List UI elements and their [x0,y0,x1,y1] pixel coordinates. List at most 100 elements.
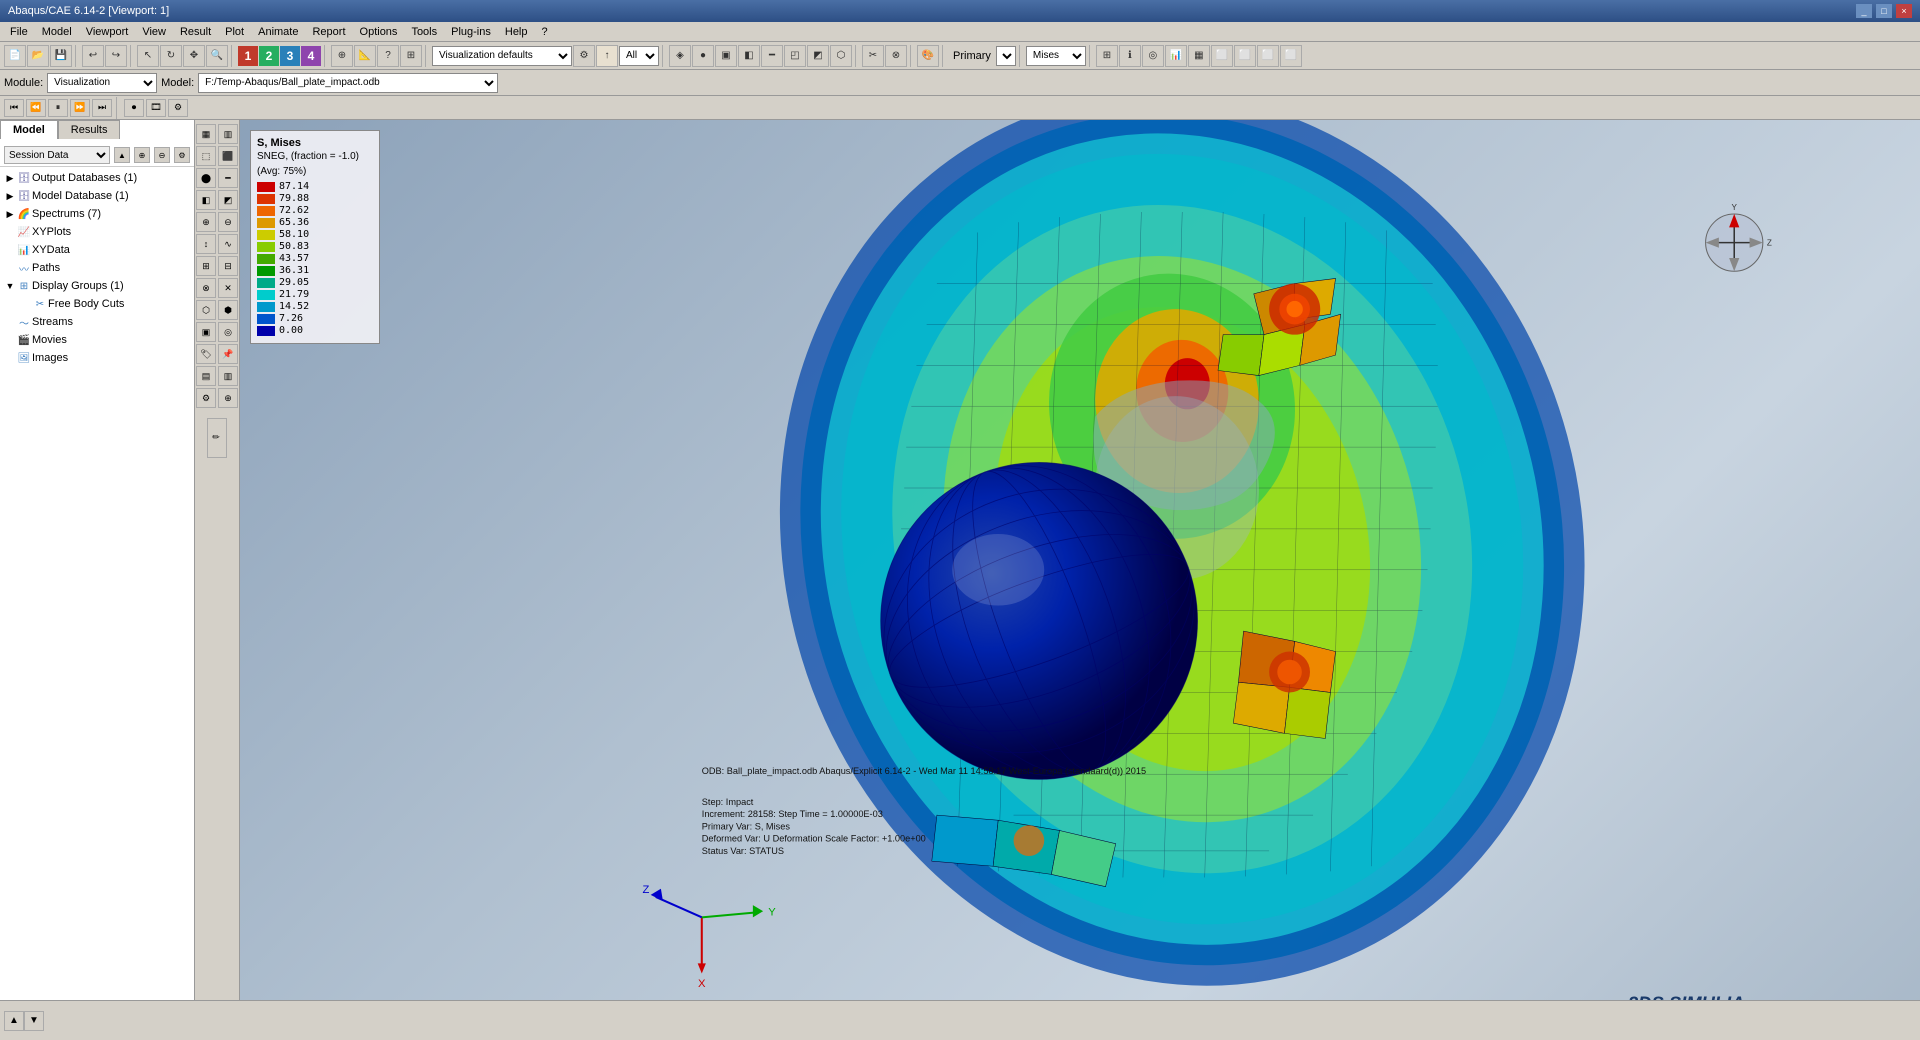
vtb-bg2-btn[interactable]: ▥ [218,366,238,386]
color-btn[interactable]: 🎨 [917,45,939,67]
maximize-btn[interactable]: □ [1876,4,1892,18]
vtb-material-btn[interactable]: ▣ [196,322,216,342]
extra-btn2[interactable]: ◎ [1142,45,1164,67]
save-btn[interactable]: 💾 [50,45,72,67]
new-btn[interactable]: 📄 [4,45,26,67]
tree-movies[interactable]: 🎬 Movies [0,331,194,349]
vtb-path2-btn[interactable]: ⬢ [218,300,238,320]
menu-help[interactable]: Help [499,24,534,40]
extra-btn1[interactable]: ⊞ [1096,45,1118,67]
menu-result[interactable]: Result [174,24,217,40]
model-select[interactable]: F:/Temp-Abaqus/Ball_plate_impact.odb [198,73,498,93]
vtb-pen-btn[interactable]: ✏ [207,418,227,458]
fit-btn[interactable]: ⊞ [400,45,422,67]
tree-model-database[interactable]: ▶ 🗄 Model Database (1) [0,187,194,205]
extra-btn7[interactable]: ⬜ [1257,45,1279,67]
vtb-wave-btn[interactable]: ∿ [218,234,238,254]
vtb-overlay-btn[interactable]: ⊟ [218,256,238,276]
body-btn[interactable]: ◩ [807,45,829,67]
menu-options[interactable]: Options [354,24,404,40]
record-btn[interactable]: ⏺ [124,99,144,117]
vtb-node-btn[interactable]: ⬤ [196,168,216,188]
tree-xyplots[interactable]: 📈 XYPlots [0,223,194,241]
session-select[interactable]: Session Data [4,146,110,164]
tree-xydata[interactable]: 📊 XYData [0,241,194,259]
toggle-free-body[interactable] [20,299,32,309]
menu-tools[interactable]: Tools [405,24,443,40]
vtb-group-btn[interactable]: ⊞ [196,256,216,276]
extra-btn5[interactable]: ⬜ [1211,45,1233,67]
measure-btn[interactable]: 📐 [354,45,376,67]
menu-view[interactable]: View [136,24,172,40]
toggle-xyplots[interactable] [4,227,16,237]
play-next-btn[interactable]: ⏩ [70,99,90,117]
snap-btn[interactable]: ⊕ [331,45,353,67]
vtb-bg-btn[interactable]: ▤ [196,366,216,386]
menu-viewport[interactable]: Viewport [80,24,135,40]
vtb-cells-btn[interactable]: ◩ [218,190,238,210]
num3-btn[interactable]: 3 [280,46,300,66]
extra-btn6[interactable]: ⬜ [1234,45,1256,67]
toggle-streams[interactable] [4,317,16,327]
menu-file[interactable]: File [4,24,34,40]
tree-free-body-cuts[interactable]: ✂ Free Body Cuts [0,295,194,313]
session-up-btn[interactable]: ▲ [114,147,130,163]
query-btn[interactable]: ? [377,45,399,67]
zoom-btn[interactable]: 🔍 [206,45,228,67]
menu-plot[interactable]: Plot [219,24,250,40]
pick-btn[interactable]: ◈ [669,45,691,67]
cut1-btn[interactable]: ✂ [862,45,884,67]
bottom-btn2[interactable]: ▼ [24,1011,44,1031]
tab-results[interactable]: Results [58,120,121,139]
play-first-btn[interactable]: ⏮ [4,99,24,117]
tree-images[interactable]: 🖼 Images [0,349,194,367]
tree-display-groups[interactable]: ▼ ⊞ Display Groups (1) [0,277,194,295]
open-btn[interactable]: 📂 [27,45,49,67]
tree-streams[interactable]: 〜 Streams [0,313,194,331]
cut2-btn[interactable]: ⊗ [885,45,907,67]
session-copy-btn[interactable]: ⊕ [134,147,150,163]
toggle-movies[interactable] [4,335,16,345]
menu-animate[interactable]: Animate [252,24,304,40]
vtb-scale-btn[interactable]: ↕ [196,234,216,254]
primary-select[interactable]: S [996,46,1016,66]
window-controls[interactable]: _ □ × [1856,4,1912,18]
info-btn[interactable]: ℹ [1119,45,1141,67]
toggle-images[interactable] [4,353,16,363]
undo-btn[interactable]: ↩ [82,45,104,67]
node-btn[interactable]: ● [692,45,714,67]
edge-btn[interactable]: ━ [761,45,783,67]
play-prev-btn[interactable]: ⏪ [26,99,46,117]
render-select[interactable]: All [619,46,659,66]
vtb-path-btn[interactable]: ⬡ [196,300,216,320]
bottom-btn1[interactable]: ▲ [4,1011,24,1031]
vtb-extra-btn[interactable]: ⊕ [218,388,238,408]
vtb-sym-btn[interactable]: ⊕ [196,212,216,232]
session-settings-btn[interactable]: ⚙ [174,147,190,163]
menu-plugins[interactable]: Plug-ins [445,24,497,40]
cursor-btn[interactable]: ↑ [596,45,618,67]
vtb-show-btn[interactable]: ⊖ [218,212,238,232]
vtb-xsec2-btn[interactable]: ✕ [218,278,238,298]
toggle-spectrums[interactable]: ▶ [4,209,16,220]
variable-select[interactable]: Mises [1026,46,1086,66]
session-paste-btn[interactable]: ⊖ [154,147,170,163]
vtb-label-btn[interactable]: 🏷 [196,344,216,364]
extra-btn8[interactable]: ⬜ [1280,45,1302,67]
tree-output-databases[interactable]: ▶ 🗄 Output Databases (1) [0,169,194,187]
toggle-paths[interactable] [4,263,16,273]
toggle-output-db[interactable]: ▶ [4,173,16,184]
extra-btn3[interactable]: 📊 [1165,45,1187,67]
toggle-display-groups[interactable]: ▼ [4,281,16,291]
tree-paths[interactable]: 〰 Paths [0,259,194,277]
play-last-btn[interactable]: ⏭ [92,99,112,117]
rotate-btn[interactable]: ↻ [160,45,182,67]
close-btn[interactable]: × [1896,4,1912,18]
menu-question[interactable]: ? [536,24,554,40]
viz-settings-btn[interactable]: ⚙ [573,45,595,67]
vtb-contour-btn[interactable]: ▦ [196,124,216,144]
viz-defaults-select[interactable]: Visualization defaults [432,46,572,66]
pan-btn[interactable]: ✥ [183,45,205,67]
setting-btn[interactable]: ⚙ [168,99,188,117]
toggle-xydata[interactable] [4,245,16,255]
